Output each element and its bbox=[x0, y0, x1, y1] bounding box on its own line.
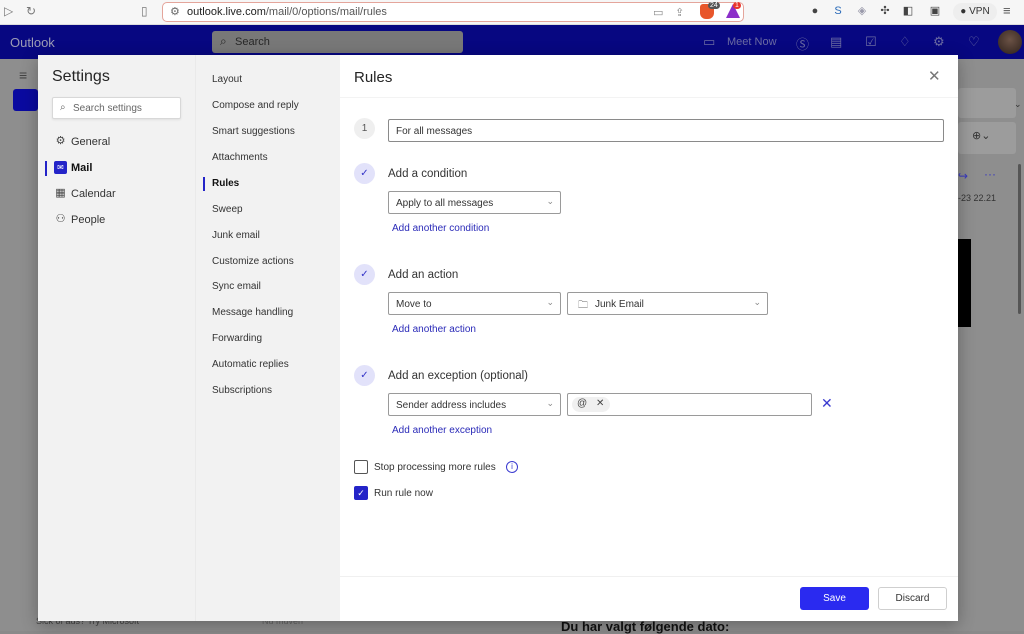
check-icon: ✓ bbox=[354, 163, 375, 184]
subsection-rules[interactable]: Rules bbox=[203, 177, 239, 191]
subsection-message-handling[interactable]: Message handling bbox=[212, 307, 293, 318]
bookmark-icon[interactable]: ▯ bbox=[141, 4, 148, 18]
divider bbox=[340, 576, 958, 577]
folder-dropdown[interactable]: 🗀 Junk Email ⌄ bbox=[567, 292, 768, 315]
condition-heading: Add a condition bbox=[388, 168, 468, 180]
rewards-count-badge: 1 bbox=[733, 2, 741, 9]
chevron-down-icon: ⌄ bbox=[546, 196, 554, 206]
address-bar[interactable]: ⚙ outlook.live.com/mail/0/options/mail/r… bbox=[162, 2, 744, 22]
settings-dialog: Settings ⌕ Search settings ⚙ General ✉ M… bbox=[38, 55, 958, 621]
exception-heading: Add an exception (optional) bbox=[388, 370, 529, 382]
extension-icon[interactable]: ● bbox=[808, 4, 822, 18]
hamburger-menu-icon: ≡ bbox=[19, 67, 28, 83]
step-number-badge: 1 bbox=[354, 118, 375, 139]
stop-processing-label: Stop processing more rules bbox=[374, 462, 496, 473]
bg-panel bbox=[958, 88, 1016, 118]
extensions-puzzle-icon[interactable]: ✣ bbox=[878, 4, 892, 18]
stop-processing-checkbox[interactable] bbox=[354, 460, 368, 474]
message-body-text: Du har valgt følgende dato: bbox=[561, 619, 730, 634]
shields-count-badge: 24 bbox=[708, 2, 720, 9]
add-another-action-link[interactable]: Add another action bbox=[392, 324, 476, 335]
category-people[interactable]: ⚇ People bbox=[52, 211, 182, 231]
settings-title: Settings bbox=[52, 68, 110, 85]
folder-icon: 🗀 bbox=[578, 300, 588, 311]
search-icon: ⌕ bbox=[60, 102, 66, 113]
condition-dropdown[interactable]: Apply to all messages ⌄ bbox=[388, 191, 561, 214]
chevron-down-icon: ⌄ bbox=[753, 297, 761, 307]
reload-icon[interactable]: ↻ bbox=[26, 4, 36, 18]
gear-icon: ⚙ bbox=[55, 135, 66, 147]
chevron-down-icon: ⌄ bbox=[546, 297, 554, 307]
run-rule-now-checkbox[interactable]: ✓ bbox=[354, 486, 368, 500]
more-options-icon: ··· bbox=[984, 167, 996, 181]
cast-icon[interactable]: ▭ bbox=[653, 6, 663, 19]
subsection-sweep[interactable]: Sweep bbox=[212, 204, 243, 215]
add-another-exception-link[interactable]: Add another exception bbox=[392, 425, 492, 436]
sidebar-toggle-icon[interactable]: ◧ bbox=[901, 4, 915, 18]
check-icon: ✓ bbox=[354, 365, 375, 386]
active-indicator bbox=[45, 161, 47, 176]
remove-exception-icon[interactable]: ✕ bbox=[821, 395, 833, 412]
mail-icon: ✉ bbox=[54, 161, 67, 174]
category-general[interactable]: ⚙ General bbox=[52, 133, 182, 153]
rules-title: Rules bbox=[354, 69, 393, 86]
extension-s-icon[interactable]: S bbox=[831, 4, 845, 18]
rule-name-input[interactable]: For all messages bbox=[388, 119, 944, 142]
zoom-icon: ⊕⌄ bbox=[972, 130, 991, 142]
browser-toolbar: ▷ ↻ ▯ ⚙ outlook.live.com/mail/0/options/… bbox=[0, 0, 1024, 25]
remove-chip-icon[interactable]: ✕ bbox=[596, 398, 604, 409]
url-text: outlook.live.com/mail/0/options/mail/rul… bbox=[187, 6, 387, 18]
share-icon[interactable]: ⇪ bbox=[675, 6, 684, 19]
subsection-junk-email[interactable]: Junk email bbox=[212, 230, 260, 241]
calendar-icon: ▦ bbox=[55, 187, 66, 199]
subsection-smart-suggestions[interactable]: Smart suggestions bbox=[212, 126, 295, 137]
sender-address-input[interactable]: @ ✕ bbox=[567, 393, 812, 416]
discard-button[interactable]: Discard bbox=[878, 587, 947, 610]
chevron-down-icon: ⌄ bbox=[546, 398, 554, 408]
forward-icon[interactable]: ▷ bbox=[4, 4, 13, 18]
outlook-header: Outlook ⌕ Search ▭ Meet Now Ⓢ ▤ ☑ ♢ ⚙ ♡ bbox=[0, 25, 1024, 59]
message-image bbox=[958, 239, 971, 327]
add-another-condition-link[interactable]: Add another condition bbox=[392, 223, 489, 234]
chevron-down-icon: ⌄ bbox=[1014, 99, 1022, 109]
subsection-sync-email[interactable]: Sync email bbox=[212, 281, 261, 292]
action-heading: Add an action bbox=[388, 269, 459, 281]
subsection-compose-and-reply[interactable]: Compose and reply bbox=[212, 100, 299, 111]
site-settings-icon[interactable]: ⚙ bbox=[170, 5, 180, 18]
active-indicator bbox=[203, 177, 205, 191]
category-calendar[interactable]: ▦ Calendar bbox=[52, 185, 182, 205]
info-icon[interactable]: i bbox=[506, 461, 518, 473]
check-icon: ✓ bbox=[354, 264, 375, 285]
subsection-automatic-replies[interactable]: Automatic replies bbox=[212, 359, 289, 370]
wallet-icon[interactable]: ▣ bbox=[928, 4, 942, 18]
action-dropdown[interactable]: Move to ⌄ bbox=[388, 292, 561, 315]
mail-app-icon bbox=[13, 89, 38, 111]
save-button[interactable]: Save bbox=[800, 587, 869, 610]
close-icon[interactable]: ✕ bbox=[928, 67, 941, 85]
header-overlay bbox=[0, 25, 1024, 59]
exception-dropdown[interactable]: Sender address includes ⌄ bbox=[388, 393, 561, 416]
people-icon: ⚇ bbox=[55, 213, 66, 225]
subsection-forwarding[interactable]: Forwarding bbox=[212, 333, 262, 344]
forward-arrow-icon: ↪ bbox=[958, 169, 969, 183]
subsection-customize-actions[interactable]: Customize actions bbox=[212, 256, 294, 267]
category-mail[interactable]: ✉ Mail bbox=[45, 159, 182, 179]
subsection-layout[interactable]: Layout bbox=[212, 74, 242, 85]
settings-categories-nav: Settings ⌕ Search settings ⚙ General ✉ M… bbox=[38, 55, 195, 621]
address-chip: @ ✕ bbox=[572, 397, 610, 412]
subsection-attachments[interactable]: Attachments bbox=[212, 152, 268, 163]
search-settings-input[interactable]: ⌕ Search settings bbox=[52, 97, 181, 119]
run-rule-now-label: Run rule now bbox=[374, 488, 433, 499]
divider bbox=[340, 97, 958, 98]
scrollbar bbox=[1018, 164, 1021, 314]
browser-menu-icon[interactable]: ≡ bbox=[1003, 3, 1011, 18]
vpn-button[interactable]: ● VPN bbox=[953, 3, 997, 21]
message-date: -23 22.21 bbox=[958, 193, 997, 203]
shield-extension-icon[interactable]: ◈ bbox=[855, 4, 869, 18]
subsection-subscriptions[interactable]: Subscriptions bbox=[212, 385, 272, 396]
